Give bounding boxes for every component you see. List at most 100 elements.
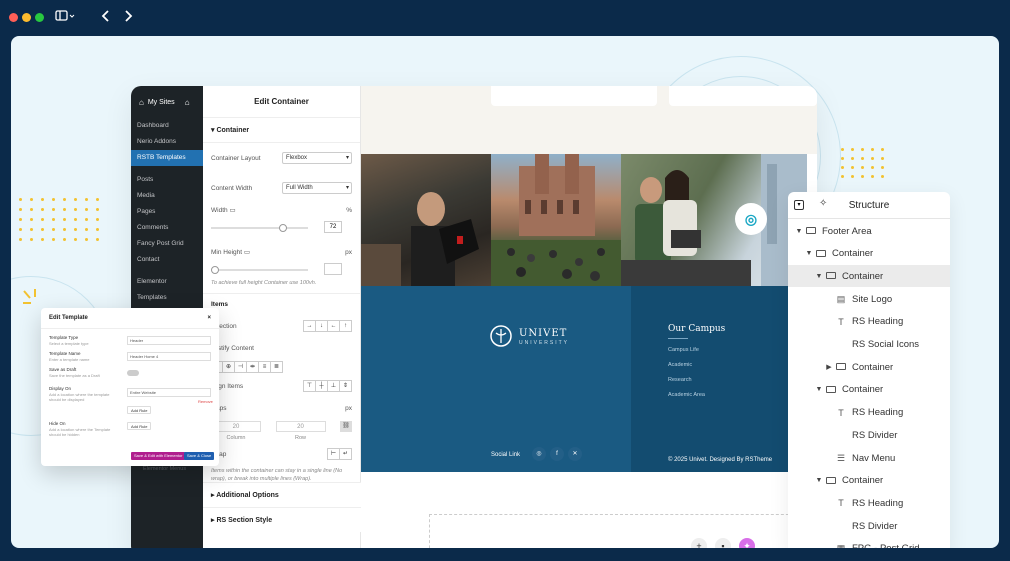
structure-item[interactable]: ▼ Container [788, 243, 950, 265]
graduate-photo [361, 154, 491, 286]
forward-icon[interactable] [123, 9, 133, 26]
min-height-slider[interactable] [211, 263, 352, 277]
save-draft-toggle[interactable] [127, 370, 139, 376]
minimize-window-button[interactable] [22, 13, 31, 22]
structure-panel: ▾ ✧ Structure ▼ Footer Area ▼ Container ▼ Con… [788, 192, 950, 548]
content-width-row: Content Width Full Width [203, 177, 360, 199]
wp-menu-item[interactable]: Nerio Addons [131, 134, 203, 150]
wp-menu-item[interactable]: Templates [131, 290, 203, 306]
display-on-label: Display On Add a location where the templ… [49, 386, 110, 402]
template-name-label: Template Name Enter a template name [49, 351, 90, 362]
content-width-select[interactable]: Full Width [282, 182, 352, 194]
my-sites-link[interactable]: My Sites [148, 99, 175, 106]
structure-item[interactable]: ▼ Container [788, 379, 950, 401]
structure-item[interactable]: T RS Heading [788, 402, 950, 424]
save-close-button[interactable]: Save & Close [184, 452, 215, 460]
home-icon[interactable]: ⌂ [185, 98, 190, 107]
wp-menu-item[interactable]: Fancy Post Grid [131, 236, 203, 252]
back-icon[interactable] [101, 9, 111, 26]
display-on-select[interactable]: Entire Website [127, 388, 211, 397]
additional-options-toggle[interactable]: ▸ Additional Options [203, 482, 361, 507]
link-gaps-icon[interactable]: ⛓ [340, 420, 352, 432]
expand-arrow-icon[interactable]: ▶ [824, 363, 834, 371]
structure-item-label: Container [842, 270, 884, 282]
width-slider[interactable]: 72 [211, 221, 352, 235]
campus-link[interactable]: Academic Area [668, 392, 705, 398]
template-type-select[interactable]: Header [127, 336, 211, 345]
add-hide-rule-button[interactable]: Add Rule [127, 422, 152, 430]
wp-menu-item[interactable]: Comments [131, 220, 203, 236]
instagram-icon[interactable]: ◎ [532, 447, 546, 461]
structure-item[interactable]: ▶ Container [788, 356, 950, 378]
width-unit-select[interactable]: % [346, 207, 352, 214]
sidebar-toggle-icon[interactable] [55, 9, 75, 26]
min-height-unit-select[interactable]: px [345, 249, 352, 256]
instagram-icon[interactable]: ◎ [735, 203, 767, 235]
heading-icon: T [838, 316, 844, 327]
wp-menu-item[interactable]: Media [131, 188, 203, 204]
preview-card [669, 86, 817, 106]
wordpress-icon[interactable]: ⌂ [139, 98, 144, 107]
expand-arrow-icon[interactable]: ▼ [794, 228, 804, 235]
direction-row: Direction → ↓ ← ↑ [203, 315, 360, 337]
template-name-input[interactable]: Header Home 4 [127, 352, 211, 361]
structure-item[interactable]: RS Divider [788, 424, 950, 446]
container-icon [824, 385, 838, 395]
facebook-icon[interactable]: f [550, 447, 564, 461]
min-height-slider-handle[interactable] [211, 266, 219, 274]
align-stretch-icon[interactable]: ⇕ [339, 380, 352, 392]
structure-item[interactable]: ▼ Container [788, 470, 950, 492]
structure-item[interactable]: ▼ Container [788, 265, 950, 288]
structure-item[interactable]: RS Divider [788, 515, 950, 537]
gap-row-input[interactable]: 20 [275, 420, 326, 432]
wp-menu-item[interactable]: Contact [131, 252, 203, 268]
add-display-rule-button[interactable]: Add Rule [127, 406, 152, 414]
widget-icon: ☰ [836, 452, 846, 463]
rs-section-style-toggle[interactable]: ▸ RS Section Style [203, 507, 361, 532]
structure-item[interactable]: RS Social Icons [788, 334, 950, 356]
expand-arrow-icon[interactable]: ▼ [804, 250, 814, 257]
ai-sparkle-icon[interactable]: ✦ [739, 538, 755, 548]
wp-menu-item[interactable]: RSTB Templates [131, 150, 203, 166]
x-icon[interactable]: ✕ [568, 447, 582, 461]
structure-item[interactable]: ▤ Site Logo [788, 288, 950, 310]
campus-link[interactable]: Academic [668, 362, 692, 368]
structure-item[interactable]: T RS Heading [788, 492, 950, 514]
structure-item[interactable]: ▦ FPG - Post Grid [788, 538, 950, 548]
remove-rule-link[interactable]: Remove [195, 398, 216, 406]
width-slider-handle[interactable] [279, 224, 287, 232]
gaps-unit-select[interactable]: px [345, 405, 352, 412]
desktop-icon[interactable]: ▭ [244, 249, 250, 256]
width-input[interactable]: 72 [324, 221, 342, 233]
wp-menu-item[interactable]: Posts [131, 172, 203, 188]
min-height-input[interactable] [324, 263, 342, 275]
wrap-icon[interactable]: ↵ [339, 448, 352, 460]
campus-link[interactable]: Campus Life [668, 347, 699, 353]
container-layout-select[interactable]: Flexbox [282, 152, 352, 164]
structure-item[interactable]: ▼ Footer Area [788, 220, 950, 242]
wp-menu-item[interactable]: Elementor [131, 274, 203, 290]
univet-logo-icon [490, 325, 512, 347]
expand-arrow-icon[interactable]: ▼ [814, 273, 824, 280]
close-window-button[interactable] [9, 13, 18, 22]
campus-link[interactable]: Research [668, 377, 692, 383]
structure-item[interactable]: T RS Heading [788, 311, 950, 333]
site-logo-subtext: UNIVERSITY [519, 340, 570, 346]
gap-row-label: Row [294, 435, 306, 441]
add-section-icon[interactable]: + [691, 538, 707, 548]
wp-menu-item[interactable]: Dashboard [131, 118, 203, 134]
template-folder-icon[interactable]: ▪ [715, 538, 731, 548]
desktop-icon[interactable]: ▭ [229, 207, 235, 214]
wp-menu-item[interactable]: Pages [131, 204, 203, 220]
save-edit-elementor-button[interactable]: Save & Edit with Elementor [131, 452, 186, 460]
justify-evenly-icon[interactable]: ≣ [270, 361, 283, 373]
expand-arrow-icon[interactable]: ▼ [814, 386, 824, 393]
expand-arrow-icon[interactable]: ▼ [814, 477, 824, 484]
direction-column-reverse-icon[interactable]: ↑ [339, 320, 352, 332]
structure-item[interactable]: ☰ Nav Menu [788, 447, 950, 469]
container-section-toggle[interactable]: ▾ Container [203, 118, 360, 143]
gaps-inputs: 20 20 ⛓ [203, 419, 360, 433]
container-layout-row: Container Layout Flexbox [203, 147, 360, 169]
close-icon[interactable]: × [207, 315, 211, 321]
maximize-window-button[interactable] [35, 13, 44, 22]
